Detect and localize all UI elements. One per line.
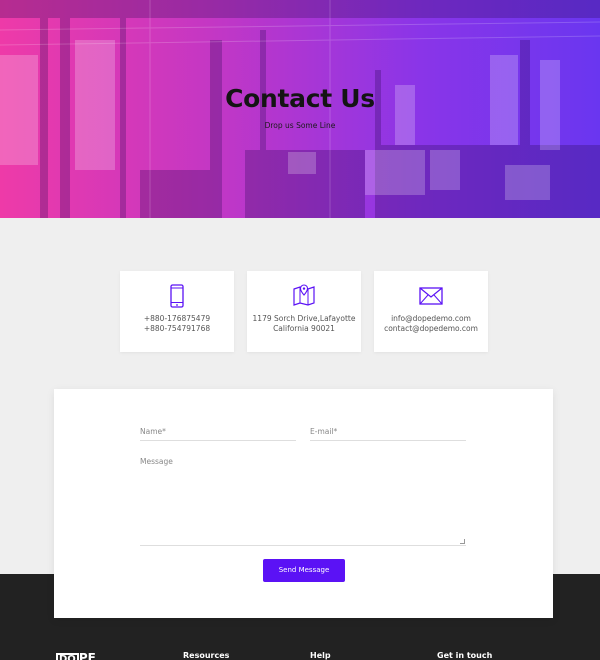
email-field[interactable]: E-mail* [310, 427, 466, 441]
logo-box-text: DO [56, 653, 79, 660]
hero-banner: Contact Us Drop us Some Line [0, 0, 600, 218]
phone-number-2: +880-754791768 [143, 324, 211, 333]
name-field[interactable]: Name* [140, 427, 296, 441]
email-placeholder: E-mail* [310, 427, 338, 436]
page-subtitle: Drop us Some Line [264, 121, 336, 130]
message-field[interactable]: Message [140, 457, 466, 546]
message-placeholder: Message [140, 457, 173, 466]
address-line-2: California 90021 [273, 324, 335, 333]
contact-form: Name* E-mail* Message Send Message [54, 389, 553, 618]
email-address-2[interactable]: contact@dopedemo.com [374, 324, 488, 333]
logo-rest-text: PE [78, 651, 96, 660]
phone-card: +880-176875479 +880-754791768 [120, 271, 234, 352]
name-placeholder: Name* [140, 427, 166, 436]
map-pin-icon [247, 284, 361, 308]
phone-icon [120, 284, 234, 308]
footer-logo[interactable]: DO PE [56, 651, 96, 660]
resize-handle[interactable] [460, 539, 465, 544]
mail-icon [374, 284, 488, 308]
footer-heading-get-in-touch: Get in touch [437, 651, 493, 660]
footer-heading-resources: Resources [183, 651, 230, 660]
page-title: Contact Us [225, 84, 375, 113]
email-address-1[interactable]: info@dopedemo.com [374, 314, 488, 323]
phone-number-1: +880-176875479 [143, 314, 211, 323]
footer-heading-help: Help [310, 651, 331, 660]
address-card: 1179 Sorch Drive,Lafayotte California 90… [247, 271, 361, 352]
email-card: info@dopedemo.com contact@dopedemo.com [374, 271, 488, 352]
address-line-1: 1179 Sorch Drive,Lafayotte [252, 314, 356, 323]
send-message-button[interactable]: Send Message [263, 559, 345, 582]
